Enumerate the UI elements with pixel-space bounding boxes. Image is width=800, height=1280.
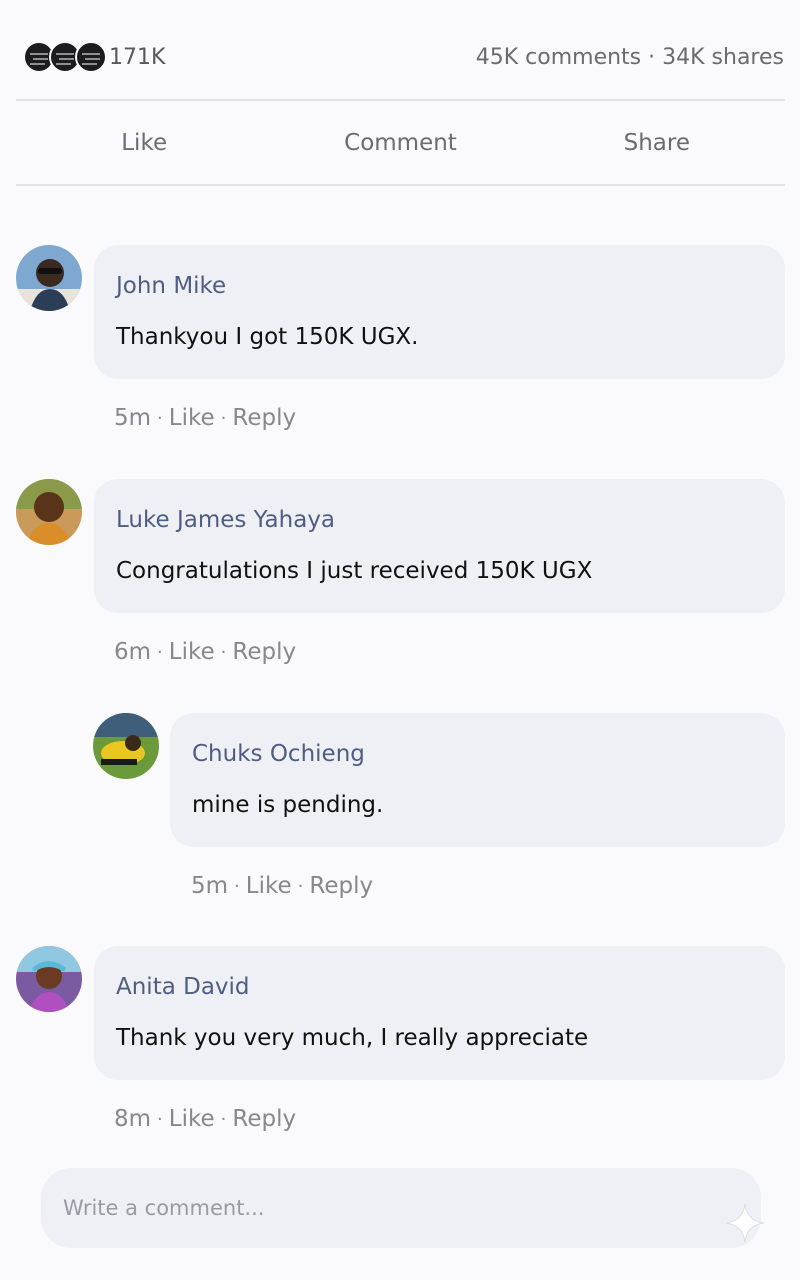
comment-like-link[interactable]: Like: [169, 639, 215, 665]
comment-meta: 5m · Like · Reply: [191, 873, 373, 899]
comment-author[interactable]: John Mike: [116, 269, 763, 303]
comment-meta: 5m · Like · Reply: [114, 405, 296, 431]
comments-shares-count[interactable]: 45K comments · 34K shares: [476, 45, 784, 70]
separator-dot: ·: [220, 1108, 227, 1130]
comment-like-link[interactable]: Like: [169, 405, 215, 431]
comment-reply-link[interactable]: Reply: [232, 639, 296, 665]
separator-dot: ·: [220, 407, 227, 429]
comment-reply-link[interactable]: Reply: [309, 873, 373, 899]
comment-input[interactable]: [41, 1168, 761, 1248]
separator-dot: ·: [157, 641, 163, 663]
comment-bubble: Luke James Yahaya Congratulations I just…: [94, 479, 785, 613]
comment-author[interactable]: Chuks Ochieng: [192, 737, 763, 771]
comment-meta: 8m · Like · Reply: [114, 1106, 296, 1132]
comment-bubble: John Mike Thankyou I got 150K UGX.: [94, 245, 785, 379]
post-action-bar: Like Comment Share: [16, 102, 785, 184]
comment-time: 5m: [191, 873, 229, 899]
comment-bubble: Anita David Thank you very much, I reall…: [94, 946, 785, 1080]
divider: [16, 99, 785, 101]
reactions-summary[interactable]: 171K: [16, 41, 165, 73]
like-button[interactable]: Like: [16, 130, 272, 156]
comment-text: Congratulations I just received 150K UGX: [116, 558, 593, 584]
comment-like-link[interactable]: Like: [169, 1106, 215, 1132]
reaction-count[interactable]: 171K: [109, 45, 165, 70]
comment-meta: 6m · Like · Reply: [114, 639, 296, 665]
separator-dot: ·: [157, 1108, 163, 1130]
separator-dot: ·: [234, 875, 240, 897]
share-button[interactable]: Share: [529, 130, 785, 156]
comment-author[interactable]: Luke James Yahaya: [116, 503, 763, 537]
reaction-icon: [75, 41, 107, 73]
comment-time: 6m: [114, 639, 152, 665]
comment-time: 8m: [114, 1106, 152, 1132]
divider: [16, 184, 785, 186]
comment-button[interactable]: Comment: [272, 130, 528, 156]
comment-author[interactable]: Anita David: [116, 970, 763, 1004]
comment-bubble: Chuks Ochieng mine is pending.: [170, 713, 785, 847]
comment-reply-link[interactable]: Reply: [232, 405, 296, 431]
comment-reply-link[interactable]: Reply: [232, 1106, 296, 1132]
post-stats-bar: 171K 45K comments · 34K shares: [16, 22, 785, 92]
avatar[interactable]: [16, 245, 82, 311]
comment-text: Thank you very much, I really appreciate: [116, 1025, 589, 1051]
comment-time: 5m: [114, 405, 152, 431]
separator-dot: ·: [297, 875, 304, 897]
comment-text: mine is pending.: [192, 792, 384, 818]
comment-text: Thankyou I got 150K UGX.: [116, 324, 419, 350]
separator-dot: ·: [157, 407, 163, 429]
sparkle-icon: [725, 1203, 765, 1243]
comment-like-link[interactable]: Like: [246, 873, 292, 899]
separator-dot: ·: [220, 641, 227, 663]
avatar[interactable]: [16, 479, 82, 545]
avatar[interactable]: [16, 946, 82, 1012]
avatar[interactable]: [93, 713, 159, 779]
